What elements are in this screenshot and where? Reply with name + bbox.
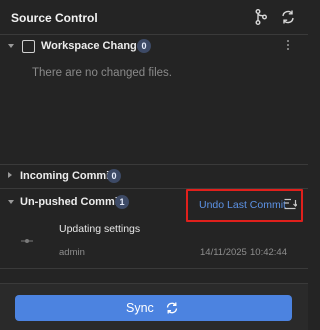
panel-header: Source Control: [0, 0, 308, 34]
commit-date: 14/11/2025: [200, 247, 247, 258]
chevron-right-icon[interactable]: [8, 172, 12, 178]
unpushed-commits-count: 1: [115, 195, 129, 209]
empty-changes-message: There are no changed files.: [32, 67, 173, 79]
sync-icon: [165, 301, 179, 315]
workspace-changes-label: Workspace Changes: [41, 40, 150, 52]
commit-message: Updating settings: [59, 223, 141, 235]
select-all-checkbox[interactable]: [22, 40, 35, 53]
chevron-down-icon[interactable]: [8, 44, 14, 48]
workspace-changes-count: 0: [137, 39, 151, 53]
more-options-icon[interactable]: [286, 40, 290, 52]
branch-icon[interactable]: [252, 8, 270, 26]
section-divider: [0, 268, 308, 269]
commit-time: 10:42:44: [250, 247, 287, 258]
panel-title: Source Control: [11, 11, 98, 25]
commit-node-icon: [21, 232, 33, 243]
incoming-commits-section[interactable]: Incoming Commits 0: [0, 166, 308, 188]
sync-button[interactable]: Sync: [15, 295, 292, 321]
commit-author: admin: [59, 247, 85, 258]
sync-button-label: Sync: [126, 301, 154, 315]
unpushed-commits-label: Un-pushed Commits: [20, 196, 128, 208]
section-divider: [0, 164, 308, 165]
panel-footer: Sync: [0, 283, 308, 330]
incoming-commits-label: Incoming Commits: [20, 170, 120, 182]
chevron-down-icon[interactable]: [8, 200, 14, 204]
collapse-list-icon[interactable]: [283, 197, 297, 211]
header-divider: [0, 34, 308, 35]
refresh-icon[interactable]: [279, 8, 297, 26]
incoming-commits-count: 0: [107, 169, 121, 183]
source-control-panel: Source Control Workspace Changes 0 There…: [0, 0, 308, 330]
undo-last-commit-button[interactable]: Undo Last Commit: [199, 199, 286, 211]
